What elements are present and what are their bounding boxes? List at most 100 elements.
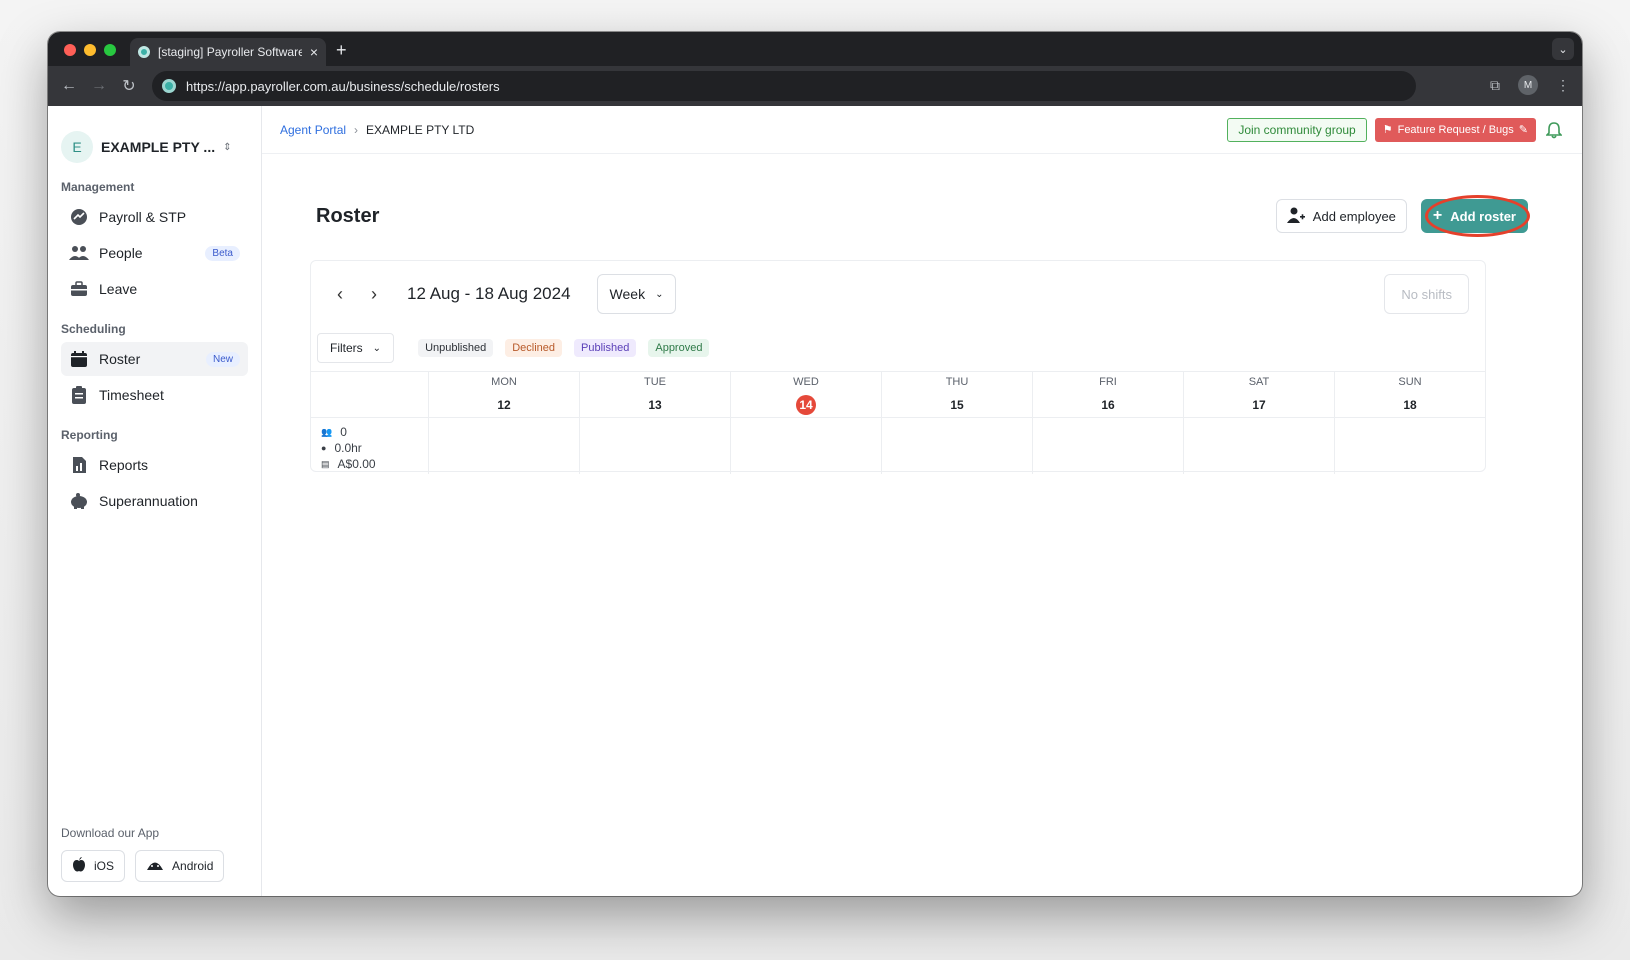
day-name: FRI: [1099, 376, 1117, 388]
day-header-thu: THU 15: [882, 372, 1033, 417]
day-cell-sun[interactable]: [1335, 418, 1485, 474]
day-number: 13: [648, 398, 662, 412]
profile-avatar[interactable]: M: [1518, 75, 1538, 95]
download-app: Download our App iOS Android: [61, 826, 225, 882]
summary-row: 👥 0 ● 0.0hr ▤ A$0.00: [311, 418, 1485, 474]
filters-label: Filters: [330, 341, 363, 355]
day-number: 17: [1252, 398, 1266, 412]
people-icon: [69, 243, 89, 263]
address-bar[interactable]: https://app.payroller.com.au/business/sc…: [152, 71, 1416, 101]
breadcrumb: Agent Portal › EXAMPLE PTY LTD: [280, 123, 474, 137]
payroll-icon: [69, 207, 89, 227]
back-icon[interactable]: ←: [54, 77, 84, 95]
sidebar-item-label: Reports: [99, 457, 149, 473]
calendar-header: ‹ › 12 Aug - 18 Aug 2024 Week ⌄ No shift…: [311, 261, 1485, 327]
maximize-window-button[interactable]: [104, 44, 116, 56]
sidebar-item-reports[interactable]: Reports: [61, 448, 248, 482]
add-employee-button[interactable]: Add employee: [1275, 199, 1407, 233]
download-title: Download our App: [61, 826, 160, 840]
join-community-button[interactable]: Join community group: [1227, 117, 1367, 142]
cost-total: A$0.00: [337, 457, 376, 471]
browser-menu-icon[interactable]: ⋮: [1556, 77, 1570, 94]
sidebar-item-label: Timesheet: [99, 387, 164, 403]
next-week-icon[interactable]: ›: [361, 281, 387, 307]
tab-title: [staging] Payroller Software V: [158, 45, 302, 59]
close-tab-icon[interactable]: ×: [310, 44, 318, 60]
top-bar: Agent Portal › EXAMPLE PTY LTD Join comm…: [262, 106, 1582, 154]
status-declined[interactable]: Declined: [505, 339, 563, 357]
summary-cell: 👥 0 ● 0.0hr ▤ A$0.00: [311, 418, 429, 474]
day-number: 16: [1101, 398, 1115, 412]
sidebar-item-leave[interactable]: Leave: [61, 272, 248, 306]
sidebar-item-label: Superannuation: [99, 493, 198, 509]
day-cell-sat[interactable]: [1184, 418, 1335, 474]
previous-week-icon[interactable]: ‹: [327, 281, 353, 307]
browser-tab[interactable]: [staging] Payroller Software V ×: [130, 38, 326, 66]
sidebar-item-label: Payroll & STP: [99, 209, 187, 225]
briefcase-icon: [69, 279, 89, 299]
status-published[interactable]: Published: [574, 339, 637, 357]
chevron-down-icon: ⌄: [372, 342, 382, 354]
view-select[interactable]: Week ⌄: [596, 274, 677, 314]
apple-icon: [72, 856, 86, 876]
reload-icon[interactable]: ↻: [114, 76, 144, 96]
day-name: SAT: [1248, 376, 1270, 388]
beta-badge: Beta: [205, 245, 240, 261]
breadcrumb-agent-portal[interactable]: Agent Portal: [280, 123, 346, 137]
window-controls: [64, 44, 116, 56]
status-approved[interactable]: Approved: [648, 339, 710, 357]
day-name: MON: [491, 376, 517, 388]
corner-cell: [311, 372, 429, 417]
view-select-value: Week: [609, 286, 646, 302]
close-window-button[interactable]: [64, 44, 76, 56]
ios-download-button[interactable]: iOS: [61, 850, 126, 882]
flag-icon: ⚑: [1382, 124, 1393, 136]
day-number: 12: [497, 398, 511, 412]
bell-icon[interactable]: [1544, 120, 1564, 140]
org-name: EXAMPLE PTY ...: [101, 139, 216, 155]
org-switcher[interactable]: E EXAMPLE PTY ... ⇕: [61, 130, 248, 164]
extensions-icon[interactable]: ⧉: [1490, 77, 1500, 94]
sidebar-item-people[interactable]: People Beta: [61, 236, 248, 270]
roster-header: Roster Add employee + Add roster: [316, 195, 1531, 237]
day-cell-wed[interactable]: [731, 418, 882, 474]
page-title: Roster: [316, 204, 380, 227]
day-cell-mon[interactable]: [429, 418, 580, 474]
app: E EXAMPLE PTY ... ⇕ Management Payroll &…: [48, 106, 1582, 896]
day-cell-thu[interactable]: [882, 418, 1033, 474]
no-shifts-button[interactable]: No shifts: [1384, 274, 1469, 314]
day-number: 18: [1403, 398, 1417, 412]
browser-window: [staging] Payroller Software V × + ⌄ ← →…: [48, 32, 1582, 896]
plus-icon: +: [1432, 207, 1443, 224]
forward-icon[interactable]: →: [84, 77, 114, 95]
add-roster-label: Add roster: [1450, 208, 1516, 224]
android-download-button[interactable]: Android: [135, 850, 225, 882]
roster-calendar: ‹ › 12 Aug - 18 Aug 2024 Week ⌄ No shift…: [310, 260, 1486, 474]
day-cell-fri[interactable]: [1033, 418, 1184, 474]
filters-row: Filters ⌄ Unpublished Declined Published…: [311, 327, 1485, 369]
add-roster-button[interactable]: + Add roster: [1420, 195, 1531, 237]
clock-icon: ●: [321, 443, 327, 453]
main-content: Agent Portal › EXAMPLE PTY LTD Join comm…: [262, 106, 1582, 896]
minimize-window-button[interactable]: [84, 44, 96, 56]
status-unpublished[interactable]: Unpublished: [418, 339, 494, 357]
add-employee-label: Add employee: [1312, 208, 1396, 224]
feature-request-button[interactable]: ⚑ Feature Request / Bugs ✎: [1374, 117, 1536, 142]
new-tab-icon[interactable]: +: [336, 40, 347, 61]
site-info-icon[interactable]: [162, 79, 176, 93]
add-user-icon: [1286, 207, 1305, 226]
day-cell-tue[interactable]: [580, 418, 731, 474]
day-header-sun: SUN 18: [1335, 372, 1485, 417]
filters-dropdown[interactable]: Filters ⌄: [317, 333, 395, 363]
tab-search-icon[interactable]: ⌄: [1552, 38, 1574, 60]
chevron-down-icon: ⌄: [655, 288, 664, 300]
section-management: Management: [61, 180, 135, 194]
new-badge: New: [205, 351, 240, 367]
day-header-sat: SAT 17: [1184, 372, 1335, 417]
org-avatar: E: [61, 131, 93, 163]
day-header-row: MON 12 TUE 13 WED 14 THU 15 FRI 16 SAT 17 SUN 1…: [311, 372, 1485, 418]
sidebar-item-roster[interactable]: Roster New: [61, 342, 248, 376]
sidebar-item-superannuation[interactable]: Superannuation: [61, 484, 248, 518]
sidebar-item-timesheet[interactable]: Timesheet: [61, 378, 248, 412]
sidebar-item-payroll[interactable]: Payroll & STP: [61, 200, 248, 234]
